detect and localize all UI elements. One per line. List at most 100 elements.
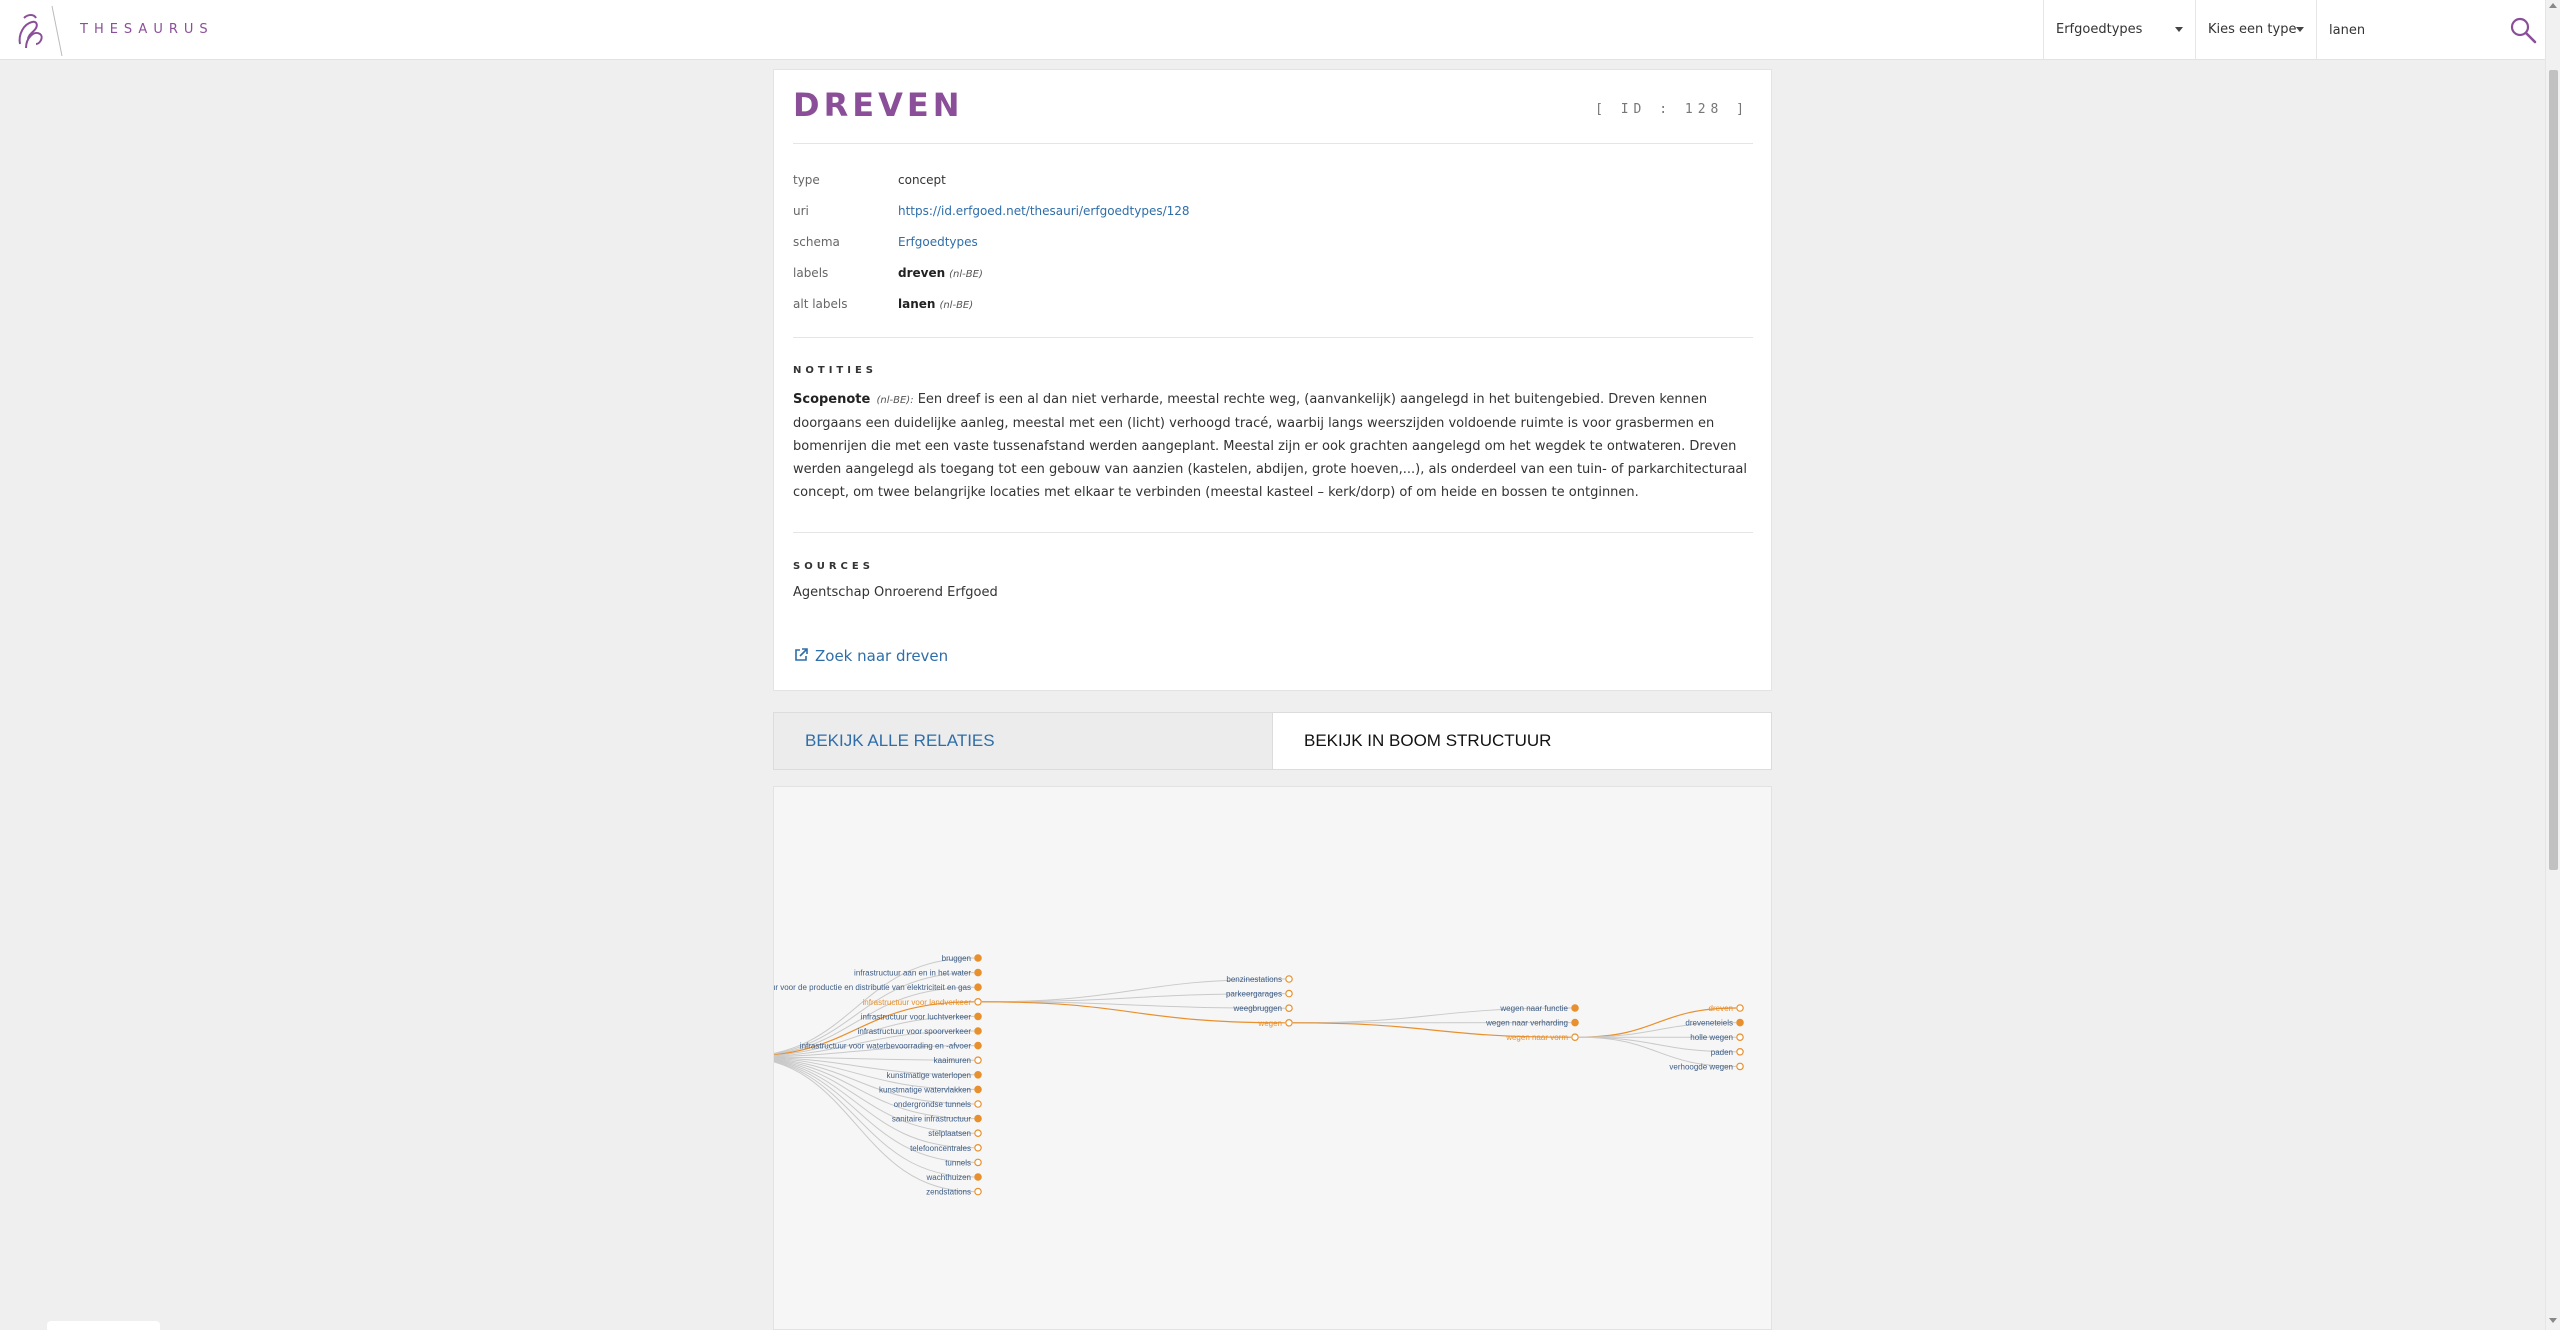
tree-node-label[interactable]: infrastructuur voor de productie en dist…	[774, 983, 971, 992]
tree-node-label[interactable]: wachthuizen	[926, 1173, 971, 1182]
divider	[793, 337, 1753, 338]
alt-label: lanen	[898, 297, 936, 311]
tree-node-label[interactable]: kunstmatige watervlakken	[879, 1085, 971, 1094]
language-tag: (nl-BE):	[876, 395, 914, 406]
tree-node[interactable]	[1736, 1004, 1744, 1012]
tree-node[interactable]	[974, 1173, 982, 1181]
tree-node-label[interactable]: sanitaire infrastructuur	[892, 1115, 971, 1124]
prop-key: alt labels	[793, 297, 848, 311]
tree-node[interactable]	[1571, 1033, 1579, 1042]
tree-node[interactable]	[1736, 1033, 1744, 1042]
tree-node[interactable]	[974, 1012, 982, 1021]
bottom-widget-tab[interactable]	[47, 1321, 160, 1330]
search-icon[interactable]	[2508, 15, 2538, 45]
scope-note: Scopenote (nl-BE): Een dreef is een al d…	[793, 388, 1753, 504]
tree-node-label[interactable]: zendstations	[926, 1188, 971, 1197]
source-text: Agentschap Onroerend Erfgoed	[793, 585, 998, 600]
tab-tree-structure[interactable]: BEKIJK IN BOOM STRUCTUUR	[1273, 713, 1771, 769]
tree-node[interactable]	[974, 1158, 982, 1167]
tree-node-label[interactable]: dreven	[1709, 1004, 1733, 1013]
tree-node-label[interactable]: dreveneteiels	[1685, 1019, 1733, 1028]
tree-node-label[interactable]: holle wegen	[1690, 1033, 1733, 1042]
schema-select[interactable]: Erfgoedtypes	[2043, 0, 2195, 60]
tree-node[interactable]	[1285, 1004, 1293, 1013]
tree-node[interactable]	[974, 1143, 982, 1152]
tree-node-label[interactable]: kaaimuren	[934, 1056, 971, 1065]
scroll-down-arrow-icon[interactable]	[2549, 1318, 2557, 1323]
tree-node-label[interactable]: benzinestations	[1226, 975, 1282, 984]
tree-node[interactable]	[974, 1129, 982, 1138]
divider	[793, 532, 1753, 533]
tree-node[interactable]	[1285, 989, 1293, 998]
tree-node[interactable]	[1285, 1019, 1293, 1027]
tree-node-label[interactable]: wegen naar vorm	[1505, 1033, 1568, 1042]
tree-node-label[interactable]: paden	[1711, 1048, 1733, 1057]
tree-node[interactable]	[974, 1056, 982, 1065]
tree-node-label[interactable]: bruggen	[942, 954, 971, 963]
tree-diagram[interactable]: bruggen infrastructuur aan en in het wate…	[774, 787, 1772, 1330]
tree-node[interactable]	[974, 983, 982, 992]
type-select[interactable]: Kies een type	[2195, 0, 2316, 60]
tree-view[interactable]: bruggen infrastructuur aan en in het wate…	[773, 786, 1772, 1330]
tree-node-label[interactable]: parkeergarages	[1226, 990, 1282, 999]
top-navigation-bar: THESAURUS Erfgoedtypes Kies een type	[0, 0, 2545, 60]
tree-node-label[interactable]: wegen naar functie	[1499, 1004, 1568, 1013]
tree-node-label[interactable]: infrastructuur voor luchtverkeer	[861, 1012, 972, 1021]
tree-node[interactable]	[974, 1114, 982, 1123]
schema-link[interactable]: Erfgoedtypes	[898, 235, 978, 249]
tree-node-label[interactable]: weegbruggen	[1233, 1004, 1282, 1013]
caret-down-icon	[2296, 27, 2304, 32]
tree-node-label[interactable]: telefooncentrales	[910, 1144, 971, 1153]
notes-heading: NOTITIES	[793, 365, 877, 376]
tree-node[interactable]	[1571, 1004, 1579, 1012]
search-input[interactable]	[2329, 18, 2499, 42]
tree-link	[774, 1015, 975, 1057]
prop-row-alt-labels: alt labels lanen (nl-BE)	[793, 297, 1753, 328]
tree-node-label[interactable]: ondergrondse tunnels	[894, 1100, 971, 1109]
tree-node-label[interactable]: wegen	[1257, 1019, 1282, 1028]
divider	[793, 143, 1753, 144]
tree-node-label[interactable]: kunstmatige waterlopen	[887, 1071, 972, 1080]
prop-value: concept	[898, 173, 946, 187]
uri-link[interactable]: https://id.erfgoed.net/thesauri/erfgoedt…	[898, 204, 1190, 218]
tree-node[interactable]	[1736, 1062, 1744, 1071]
tree-node-label[interactable]: stelplaatsen	[928, 1129, 971, 1138]
concept-id: [ ID : 128 ]	[1595, 102, 1749, 117]
tree-node[interactable]	[974, 1187, 982, 1196]
tab-all-relations[interactable]: BEKIJK ALLE RELATIES	[774, 713, 1273, 769]
search-box	[2316, 0, 2545, 60]
tree-node[interactable]	[1571, 1018, 1579, 1027]
tree-node[interactable]	[1736, 1047, 1744, 1056]
tree-node[interactable]	[1736, 1018, 1744, 1027]
tree-node-label[interactable]: infrastructuur voor landverkeer	[863, 998, 972, 1007]
pref-label: dreven	[898, 266, 946, 280]
page-scrollbar[interactable]	[2545, 0, 2560, 1330]
tree-node-label[interactable]: verhoogde wegen	[1669, 1062, 1733, 1071]
tree-node[interactable]	[974, 968, 982, 977]
tree-node[interactable]	[974, 1070, 982, 1079]
flemish-lion-logo-icon[interactable]	[14, 4, 66, 56]
tree-node[interactable]	[974, 1041, 982, 1050]
prop-row-labels: labels dreven (nl-BE)	[793, 266, 1753, 297]
tree-node[interactable]	[974, 1100, 982, 1108]
tree-node[interactable]	[974, 1085, 982, 1094]
tree-node[interactable]	[974, 998, 982, 1006]
tree-node-label[interactable]: infrastructuur voor waterbevoorrading en…	[800, 1042, 972, 1051]
search-link-label: Zoek naar dreven	[815, 647, 949, 665]
tree-node-label[interactable]: infrastructuur voor spoorverkeer	[858, 1027, 972, 1036]
tree-node[interactable]	[974, 954, 982, 962]
tree-node[interactable]	[974, 1027, 982, 1035]
sources-heading: SOURCES	[793, 561, 874, 572]
tree-node-label[interactable]: wegen naar verharding	[1485, 1019, 1568, 1028]
scrollbar-thumb[interactable]	[2549, 70, 2558, 870]
tree-node-label[interactable]: infrastructuur aan en in het water	[854, 969, 971, 978]
language-tag: (nl-BE)	[939, 300, 974, 311]
note-text: Een dreef is een al dan niet verharde, m…	[793, 392, 1747, 500]
prop-key: schema	[793, 235, 840, 249]
scroll-up-arrow-icon[interactable]	[2549, 3, 2557, 8]
search-link[interactable]: Zoek naar dreven	[793, 647, 948, 665]
tree-node-label[interactable]: tunnels	[945, 1158, 971, 1167]
prop-key: uri	[793, 204, 809, 218]
tree-node[interactable]	[1285, 975, 1293, 983]
prop-row-schema: schema Erfgoedtypes	[793, 235, 1753, 266]
